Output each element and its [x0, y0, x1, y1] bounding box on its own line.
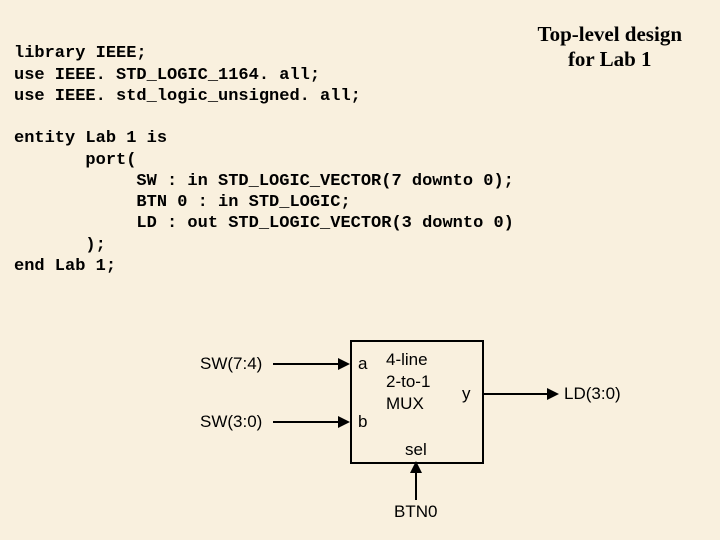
slide-title: Top-level design for Lab 1 — [538, 22, 683, 72]
arrow-line — [482, 393, 548, 395]
arrow-right-icon — [338, 416, 350, 428]
port-b-label: b — [358, 412, 367, 432]
mux-text-3: MUX — [386, 394, 424, 414]
port-y-label: y — [462, 384, 471, 404]
vhdl-code: library IEEE; use IEEE. STD_LOGIC_1164. … — [14, 22, 514, 277]
arrow-line — [273, 421, 339, 423]
arrow-up-icon — [410, 461, 422, 473]
code-line: end Lab 1; — [14, 257, 116, 276]
mux-text-2: 2-to-1 — [386, 372, 430, 392]
code-line: SW : in STD_LOGIC_VECTOR(7 downto 0); — [14, 172, 514, 191]
arrow-line — [273, 363, 339, 365]
code-line: use IEEE. STD_LOGIC_1164. all; — [14, 66, 320, 85]
code-line: library IEEE; — [14, 44, 147, 63]
code-line: use IEEE. std_logic_unsigned. all; — [14, 87, 361, 106]
sel-input-label: BTN0 — [394, 502, 437, 522]
code-line: port( — [14, 151, 136, 170]
mux-text-1: 4-line — [386, 350, 428, 370]
title-line-2: for Lab 1 — [568, 47, 652, 71]
code-line: BTN 0 : in STD_LOGIC; — [14, 193, 351, 212]
code-line: LD : out STD_LOGIC_VECTOR(3 downto 0) — [14, 214, 514, 233]
port-a-label: a — [358, 354, 367, 374]
code-line: ); — [14, 236, 106, 255]
output-label: LD(3:0) — [564, 384, 621, 404]
block-diagram: a b y sel 4-line 2-to-1 MUX SW(7:4) SW(3… — [160, 330, 580, 530]
title-line-1: Top-level design — [538, 22, 683, 46]
input-b-label: SW(3:0) — [200, 412, 262, 432]
arrow-line — [415, 472, 417, 500]
port-sel-label: sel — [405, 440, 427, 460]
code-line: entity Lab 1 is — [14, 129, 167, 148]
input-a-label: SW(7:4) — [200, 354, 262, 374]
arrow-right-icon — [338, 358, 350, 370]
arrow-right-icon — [547, 388, 559, 400]
